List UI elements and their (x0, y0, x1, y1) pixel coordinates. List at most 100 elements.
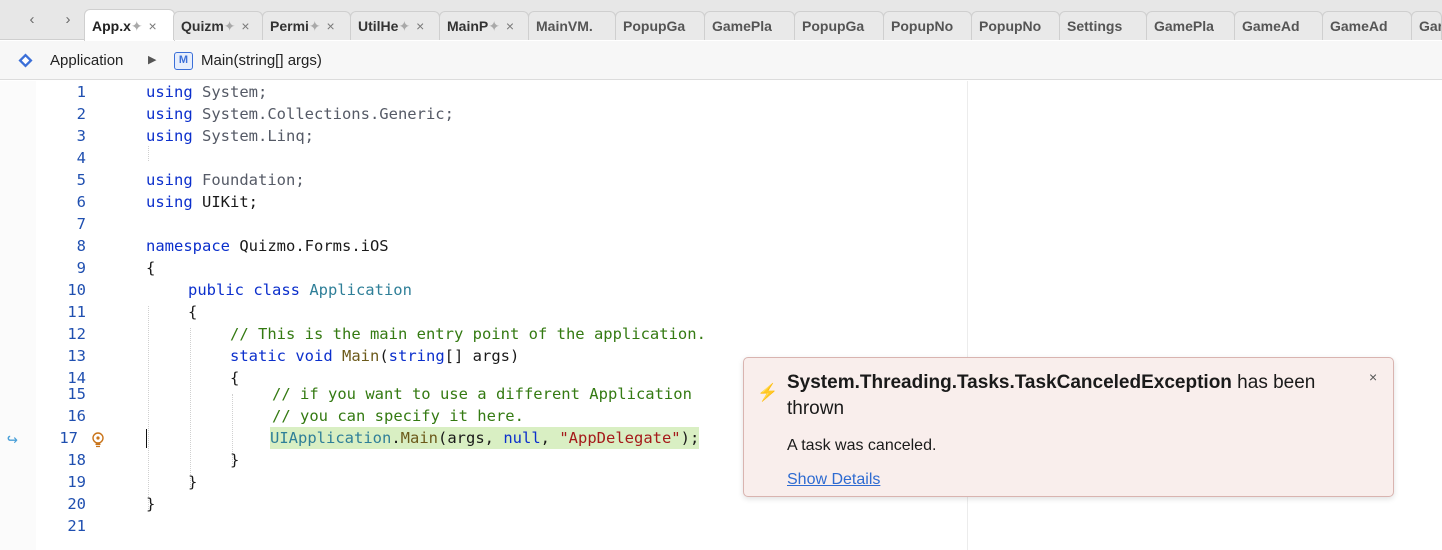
line-number: 18 (67, 451, 86, 469)
tab-label: UtilHe (358, 18, 399, 34)
tab-settings[interactable]: Settings (1059, 11, 1147, 40)
code-text: using System.Linq; (146, 127, 314, 145)
code-comment: // you can specify it here. (272, 407, 524, 425)
pin-icon: ✦ (488, 18, 500, 34)
line-number: 5 (76, 171, 86, 189)
code-text: static void Main(string[] args) (230, 347, 520, 365)
tab-forward-button[interactable]: › (60, 11, 76, 29)
tab-app[interactable]: App.x✦ × (84, 9, 175, 41)
breadcrumb-method[interactable]: Main(string[] args) (201, 52, 322, 69)
class-diamond-icon (18, 53, 33, 68)
line-number: 20 (67, 495, 86, 513)
tab-close-icon[interactable]: × (241, 18, 249, 34)
tab-quizmo[interactable]: Quizm✦ × (173, 11, 263, 40)
breadcrumb-class[interactable]: Application (50, 52, 123, 69)
line-number: 13 (67, 347, 86, 365)
code-text: { (146, 259, 156, 277)
tab-gamead-2[interactable]: GameAd (1322, 11, 1412, 40)
tab-label: GamePla (712, 18, 772, 34)
tab-mainpage[interactable]: MainP✦ × (439, 11, 529, 40)
pin-icon: ✦ (130, 18, 143, 34)
show-details-link[interactable]: Show Details (787, 471, 880, 489)
tab-close-icon[interactable]: × (506, 18, 514, 34)
code-text: } (146, 495, 156, 513)
code-line: 4 (0, 147, 1442, 169)
tab-utilhelper[interactable]: UtilHe✦ × (350, 11, 440, 40)
exception-popup: ⚡ System.Threading.Tasks.TaskCanceledExc… (743, 357, 1394, 497)
tab-gamead-1[interactable]: GameAd (1234, 11, 1323, 40)
tab-gameplay-2[interactable]: GamePla (1146, 11, 1235, 40)
lightbulb-icon[interactable] (91, 432, 105, 448)
exception-message: A task was canceled. (787, 437, 937, 454)
code-line: 11 { (0, 301, 1442, 323)
code-line: 5 using Foundation; (0, 169, 1442, 191)
pin-icon: ✦ (308, 18, 321, 34)
line-number: 19 (67, 473, 86, 491)
current-execution-arrow-icon: ↪ (7, 429, 18, 450)
document-tab-bar: ‹ › App.x✦ × Quizm✦ × Permi✦ × UtilHe✦ ×… (0, 0, 1442, 41)
code-line: 9 { (0, 257, 1442, 279)
tab-label: Gar (1419, 18, 1442, 34)
close-icon[interactable]: × (1369, 369, 1377, 385)
tab-popupnotice-1[interactable]: PopupNo (883, 11, 972, 40)
code-comment: // This is the main entry point of the a… (230, 325, 706, 343)
line-number: 8 (76, 237, 86, 255)
breadcrumb-separator-icon: ▶ (148, 54, 157, 66)
highlighted-statement: UIApplication.Main(args, null, "AppDeleg… (270, 427, 700, 449)
code-text: namespace Quizmo.Forms.iOS (146, 237, 389, 255)
tab-close-icon[interactable]: × (416, 18, 424, 34)
pin-icon: ✦ (398, 18, 411, 34)
tab-label: PopupNo (979, 18, 1042, 34)
code-line: 8 namespace Quizmo.Forms.iOS (0, 235, 1442, 257)
tab-popupnotice-2[interactable]: PopupNo (971, 11, 1060, 40)
code-line: 6 using UIKit; (0, 191, 1442, 213)
tab-close-icon[interactable]: × (327, 18, 335, 34)
lightning-icon: ⚡ (757, 383, 779, 402)
tab-close-icon[interactable]: × (149, 18, 157, 34)
code-text: using System.Collections.Generic; (146, 105, 454, 123)
code-text: using UIKit; (146, 193, 258, 211)
tab-permissions[interactable]: Permi✦ × (262, 11, 351, 40)
line-number: 17 (59, 429, 78, 447)
tab-gameplay-1[interactable]: GamePla (704, 11, 795, 40)
tab-label: GameAd (1242, 18, 1300, 34)
tab-label: MainVM. (536, 18, 593, 34)
tab-mainvm[interactable]: MainVM. (528, 11, 616, 40)
tab-popupgame-2[interactable]: PopupGa (794, 11, 884, 40)
line-number: 11 (67, 303, 86, 321)
code-line: 1 using System; (0, 81, 1442, 103)
code-text: public class Application (188, 281, 412, 299)
tab-overflow[interactable]: Gar (1411, 11, 1442, 40)
exception-title: System.Threading.Tasks.TaskCanceledExcep… (787, 372, 1316, 419)
tab-label: GamePla (1154, 18, 1214, 34)
line-number: 15 (67, 385, 86, 403)
code-line: 21 (0, 515, 1442, 537)
line-number: 9 (76, 259, 86, 277)
tab-label: App.x (92, 18, 131, 34)
line-number: 3 (76, 127, 86, 145)
line-number: 7 (76, 215, 86, 233)
tab-popupgame-1[interactable]: PopupGa (615, 11, 705, 40)
line-number: 6 (76, 193, 86, 211)
tab-label: Settings (1067, 18, 1123, 34)
tab-back-button[interactable]: ‹ (24, 11, 40, 29)
tab-label: PopupGa (802, 18, 865, 34)
code-text: } (230, 451, 240, 469)
code-text: using System; (146, 83, 268, 101)
breadcrumb: Application ▶ M Main(string[] args) (0, 41, 1442, 80)
code-line: 7 (0, 213, 1442, 235)
tab-label: GameAd (1330, 18, 1388, 34)
tab-label: Quizm (181, 18, 224, 34)
line-number: 2 (76, 105, 86, 123)
line-number: 10 (67, 281, 86, 299)
code-text: using Foundation; (146, 171, 305, 189)
code-text: { (188, 303, 198, 321)
line-number: 21 (67, 517, 86, 535)
line-number: 4 (76, 149, 86, 167)
tab-label: PopupGa (623, 18, 686, 34)
tab-label: Permi (270, 18, 309, 34)
tab-label: PopupNo (891, 18, 954, 34)
code-line: 2 using System.Collections.Generic; (0, 103, 1442, 125)
line-number: 1 (76, 83, 86, 101)
pin-icon: ✦ (223, 18, 236, 34)
